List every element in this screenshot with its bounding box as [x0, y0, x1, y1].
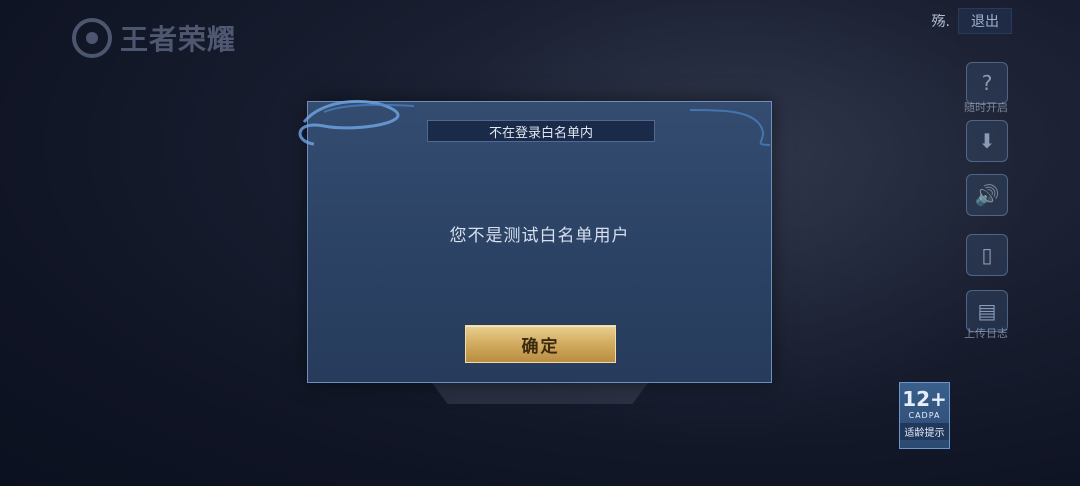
age-rating-org: CADPA: [908, 411, 941, 420]
phone-icon[interactable]: ▯: [966, 234, 1008, 276]
logo-text: 王者荣耀: [120, 23, 237, 56]
age-rating-badge: 12+ CADPA 适龄提示: [899, 382, 950, 449]
age-rating-number: 12+: [902, 387, 947, 411]
side-menu-label-log: 上传日志: [964, 327, 1008, 340]
dialog-swirl-ornament-left: [298, 99, 415, 146]
user-name: 殇.: [931, 14, 950, 30]
header-user-area: 殇. 退出: [932, 8, 1012, 34]
speaker-icon[interactable]: 🔊: [966, 174, 1008, 216]
dialog-message: 您不是测试白名单用户: [449, 226, 630, 246]
logout-button[interactable]: 退出: [958, 8, 1012, 34]
dialog-swirl-ornament-right: [690, 109, 771, 146]
start-button-background: [430, 380, 650, 404]
logo-emblem-icon: [72, 18, 112, 58]
side-menu-label-help: 随时开启: [964, 101, 1008, 114]
help-icon[interactable]: ?: [966, 62, 1008, 104]
age-rating-label: 适龄提示: [900, 423, 949, 440]
dialog-title: 不在登录白名单内: [427, 120, 655, 142]
confirm-button[interactable]: 确定: [465, 325, 616, 363]
game-logo: 王者荣耀: [72, 16, 236, 60]
download-icon[interactable]: ⬇: [966, 120, 1008, 162]
